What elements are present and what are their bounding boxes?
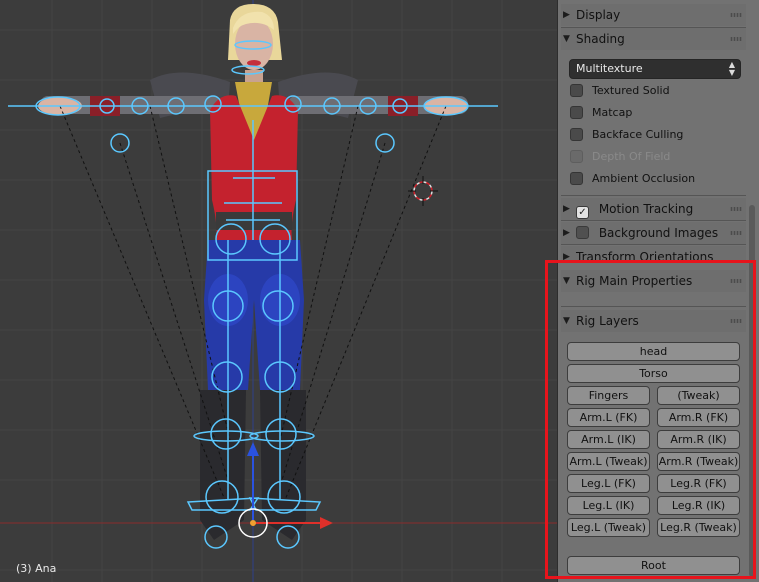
- up-down-arrows-icon: ▲ ▼: [728, 60, 735, 77]
- drag-grip-icon[interactable]: [730, 37, 742, 41]
- properties-side-panel: ▶ Display ▼ Shading Multitexture ▲ ▼ Text…: [557, 0, 759, 582]
- expanded-triangle-icon: ▼: [563, 276, 570, 286]
- collapsed-triangle-icon: ▶: [563, 252, 570, 260]
- panel-header-label: Transform Orientations: [576, 250, 714, 260]
- collapsed-triangle-icon: ▶: [563, 204, 570, 214]
- checkbox-icon[interactable]: [576, 226, 589, 239]
- panel-header-motion-tracking[interactable]: ▶ ✓ Motion Tracking: [561, 198, 746, 220]
- panel-header-transform-orientations[interactable]: ▶ Transform Orientations: [561, 246, 746, 260]
- rig-layer-root-button[interactable]: Root: [567, 556, 740, 575]
- 3d-viewport[interactable]: (3) Ana: [0, 0, 557, 582]
- rig-layer-head-button[interactable]: head: [567, 342, 740, 361]
- expanded-triangle-icon: ▼: [563, 316, 570, 326]
- panel-header-label: Rig Main Properties: [576, 274, 693, 288]
- drag-grip-icon[interactable]: [730, 319, 742, 323]
- panel-header-label: Motion Tracking: [598, 202, 694, 216]
- panel-header-background-images[interactable]: ▶ Background Images: [561, 222, 746, 244]
- panel-header-label: Rig Layers: [576, 314, 639, 328]
- drag-grip-icon[interactable]: [730, 13, 742, 17]
- shading-mode-dropdown[interactable]: Multitexture ▲ ▼: [569, 59, 741, 79]
- checkbox-label: Ambient Occlusion: [592, 172, 696, 185]
- shading-mode-value: Multitexture: [576, 62, 643, 75]
- rig-layer-arm-l-tweak-button[interactable]: Arm.L (Tweak): [567, 452, 650, 471]
- checkbox-icon: [570, 106, 583, 119]
- panel-divider: [561, 220, 746, 221]
- rig-layer-arm-l-ik-button[interactable]: Arm.L (IK): [567, 430, 650, 449]
- expanded-triangle-icon: ▼: [563, 34, 570, 44]
- rig-layer-fingers-button[interactable]: Fingers: [567, 386, 650, 405]
- checkmark-icon[interactable]: ✓: [576, 206, 589, 219]
- panel-header-label: Background Images: [598, 226, 719, 240]
- collapsed-triangle-icon: ▶: [563, 228, 570, 238]
- drag-grip-icon[interactable]: [730, 207, 742, 211]
- rig-layer-arm-l-fk-button[interactable]: Arm.L (FK): [567, 408, 650, 427]
- rig-layer-arm-r-ik-button[interactable]: Arm.R (IK): [657, 430, 740, 449]
- panel-divider: [561, 244, 746, 245]
- checkbox-label: Depth Of Field: [592, 150, 671, 163]
- rig-layer-arm-r-tweak-button[interactable]: Arm.R (Tweak): [657, 452, 740, 471]
- drag-grip-icon[interactable]: [730, 279, 742, 283]
- viewport-scene: [0, 0, 557, 582]
- panel-header-rig-main-properties[interactable]: ▼ Rig Main Properties: [561, 270, 746, 292]
- panel-divider: [561, 195, 746, 196]
- panel-divider: [561, 306, 746, 307]
- rig-layer-leg-r-tweak-button[interactable]: Leg.R (Tweak): [657, 518, 740, 537]
- checkbox-label: Backface Culling: [592, 128, 684, 141]
- rig-layer-fingers-tweak-button[interactable]: (Tweak): [657, 386, 740, 405]
- viewport-object-info: (3) Ana: [16, 562, 57, 575]
- backface-culling-checkbox[interactable]: Backface Culling: [570, 126, 683, 144]
- checkbox-icon: [570, 128, 583, 141]
- panel-header-shading[interactable]: ▼ Shading: [561, 28, 746, 50]
- ambient-occlusion-checkbox[interactable]: Ambient Occlusion: [570, 170, 695, 188]
- rig-layer-leg-r-ik-button[interactable]: Leg.R (IK): [657, 496, 740, 515]
- rig-layer-leg-l-tweak-button[interactable]: Leg.L (Tweak): [567, 518, 650, 537]
- panel-scrollbar[interactable]: [749, 205, 755, 577]
- checkbox-icon: [570, 84, 583, 97]
- panel-header-label: Display: [576, 8, 621, 22]
- checkbox-label: Matcap: [592, 106, 633, 119]
- checkbox-label: Textured Solid: [592, 84, 670, 97]
- drag-grip-icon[interactable]: [730, 231, 742, 235]
- panel-header-display[interactable]: ▶ Display: [561, 4, 746, 26]
- rig-layer-torso-button[interactable]: Torso: [567, 364, 740, 383]
- rig-layer-leg-l-ik-button[interactable]: Leg.L (IK): [567, 496, 650, 515]
- collapsed-triangle-icon: ▶: [563, 10, 570, 20]
- rig-layer-arm-r-fk-button[interactable]: Arm.R (FK): [657, 408, 740, 427]
- depth-of-field-checkbox: Depth Of Field: [570, 148, 670, 166]
- panel-header-label: Shading: [576, 32, 625, 46]
- textured-solid-checkbox[interactable]: Textured Solid: [570, 82, 670, 100]
- checkbox-icon: [570, 150, 583, 163]
- checkbox-icon: [570, 172, 583, 185]
- matcap-checkbox[interactable]: Matcap: [570, 104, 632, 122]
- panel-header-rig-layers[interactable]: ▼ Rig Layers: [561, 310, 746, 332]
- rig-layer-leg-r-fk-button[interactable]: Leg.R (FK): [657, 474, 740, 493]
- rig-layer-leg-l-fk-button[interactable]: Leg.L (FK): [567, 474, 650, 493]
